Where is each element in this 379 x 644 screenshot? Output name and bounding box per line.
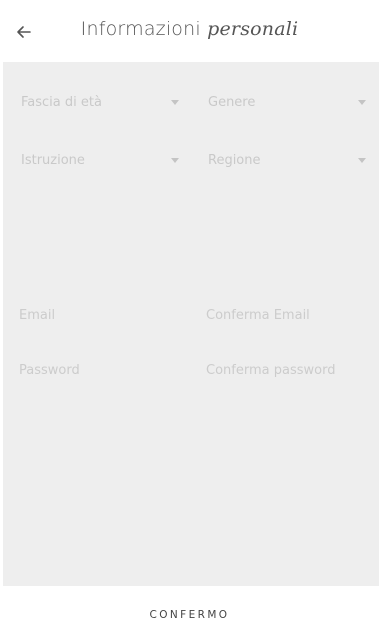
caret-down-icon [171,158,179,163]
personal-info-form: Fascia di età Genere Istruzione Regione … [3,62,379,586]
app-header: Informazioni personali [0,0,379,62]
caret-down-icon [171,100,179,105]
education-select[interactable]: Istruzione [21,149,179,175]
password-field[interactable]: Password [19,360,189,384]
email-placeholder: Email [19,308,56,323]
page-title-accent: personali [207,18,299,40]
page-title: Informazioni personali [0,18,379,40]
confirm-button[interactable]: CONFERMO [0,586,379,629]
footer-bar: CONFERMO [0,586,379,629]
region-placeholder: Regione [208,153,261,168]
caret-down-icon [358,158,366,163]
email-field[interactable]: Email [19,305,189,329]
page-title-main: Informazioni [80,18,208,40]
caret-down-icon [358,100,366,105]
education-placeholder: Istruzione [21,153,85,168]
confirm-email-field[interactable]: Conferma Email [206,305,376,329]
age-range-placeholder: Fascia di età [21,95,102,110]
gender-select[interactable]: Genere [208,91,366,117]
age-range-select[interactable]: Fascia di età [21,91,179,117]
region-select[interactable]: Regione [208,149,366,175]
password-placeholder: Password [19,363,80,378]
confirm-email-placeholder: Conferma Email [206,308,310,323]
confirm-password-field[interactable]: Conferma password [206,360,376,384]
confirm-password-placeholder: Conferma password [206,363,336,378]
gender-placeholder: Genere [208,95,256,110]
